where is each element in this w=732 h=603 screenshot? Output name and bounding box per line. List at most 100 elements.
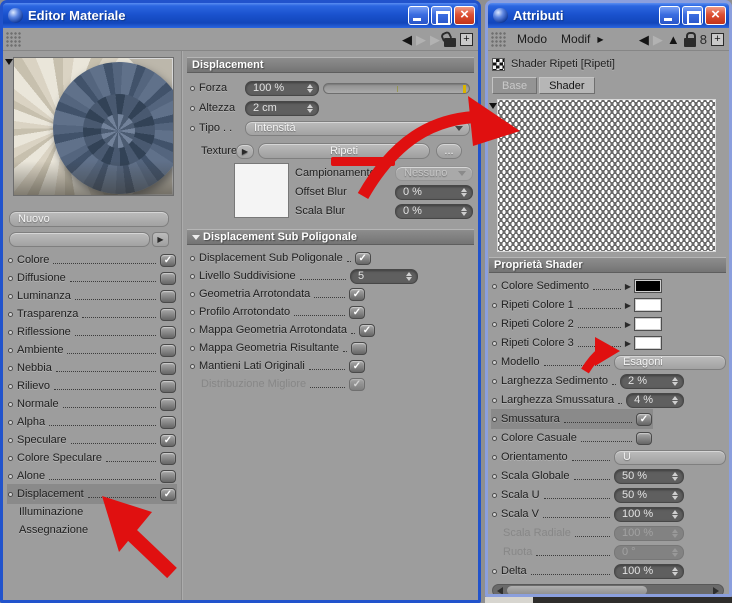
color-swatch-white[interactable] [634, 298, 662, 312]
larghezza-sedimento-stepper[interactable]: 2 % [620, 373, 684, 389]
forza-slider[interactable] [323, 82, 470, 94]
anim-dot-icon[interactable] [492, 321, 497, 327]
material-layer-expand-icon[interactable]: ▶ [152, 232, 169, 247]
anim-dot-icon[interactable] [492, 302, 497, 308]
subpoly-row-enable[interactable]: Displacement Sub Poligonale [190, 249, 371, 267]
channel-checkbox[interactable] [160, 415, 176, 429]
channel-checkbox[interactable] [160, 469, 176, 483]
altezza-stepper[interactable]: 2 cm [245, 100, 319, 116]
channel-row-displacement[interactable]: Displacement [8, 485, 176, 503]
channel-row-speculare[interactable]: Speculare [8, 431, 176, 449]
channel-row-alpha[interactable]: Alpha [8, 413, 176, 431]
spin-arrows-icon[interactable] [669, 567, 680, 576]
tipo-dropdown[interactable]: Intensità [245, 120, 470, 136]
material-layer-combo[interactable]: ▶ [9, 232, 169, 247]
scrollbar-thumb[interactable] [507, 586, 647, 594]
anim-dot-icon[interactable] [492, 454, 497, 460]
menu-overflow-icon[interactable]: ▶ [597, 35, 603, 44]
subpoly-checkbox[interactable] [351, 341, 368, 355]
channel-checkbox[interactable] [160, 361, 176, 375]
subpoly-checkbox[interactable] [349, 287, 365, 301]
anim-dot-icon[interactable] [190, 85, 195, 91]
anim-dot-icon[interactable] [492, 378, 497, 384]
scala-blur-stepper[interactable]: 0 % [395, 203, 473, 219]
channel-checkbox[interactable] [160, 451, 176, 465]
prop-checkbox[interactable] [636, 431, 652, 445]
tab-shader[interactable]: Shader [539, 77, 595, 94]
anim-dot-icon[interactable] [8, 491, 13, 497]
anim-dot-icon[interactable] [492, 340, 497, 346]
channel-checkbox[interactable] [160, 325, 176, 339]
spin-arrows-icon[interactable] [458, 188, 469, 197]
channel-checkbox[interactable] [160, 253, 176, 267]
channel-checkbox[interactable] [160, 307, 176, 321]
anim-dot-icon[interactable] [8, 311, 13, 317]
material-preview[interactable] [13, 57, 174, 196]
anim-dot-icon[interactable] [190, 363, 195, 369]
channel-checkbox[interactable] [160, 487, 176, 501]
channel-row-trasparenza[interactable]: Trasparenza [8, 305, 176, 323]
orientamento-dropdown[interactable]: U [614, 449, 726, 465]
anim-dot-icon[interactable] [190, 309, 195, 315]
channel-row-riflessione[interactable]: Riflessione [8, 323, 176, 341]
new-panel-icon[interactable]: + [711, 32, 724, 46]
color-swatch-white[interactable] [634, 317, 662, 331]
anim-dot-icon[interactable] [8, 365, 13, 371]
new-panel-icon[interactable]: + [460, 32, 473, 46]
link-icon[interactable]: 8 [700, 33, 707, 46]
history-back-icon[interactable]: ◀ [639, 33, 649, 46]
scala-v-stepper[interactable]: 100 % [614, 506, 684, 522]
anim-dot-icon[interactable] [8, 383, 13, 389]
anim-dot-icon[interactable] [190, 273, 195, 279]
anim-dot-icon[interactable] [8, 257, 13, 263]
livello-stepper[interactable]: 5 [350, 268, 418, 284]
subpoly-row-mappa-arrotondata[interactable]: Mappa Geometria Arrotondata [190, 321, 375, 339]
maximize-button[interactable] [431, 6, 452, 25]
channel-row-alone[interactable]: Alone [8, 467, 176, 485]
horizontal-scrollbar[interactable] [492, 584, 724, 594]
anim-dot-icon[interactable] [492, 283, 497, 289]
subpoly-row-profilo[interactable]: Profilo Arrotondato [190, 303, 365, 321]
close-button[interactable] [454, 6, 475, 25]
menu-modif[interactable]: Modif [561, 32, 590, 46]
subpoly-checkbox[interactable] [358, 323, 375, 337]
channel-checkbox[interactable] [160, 343, 176, 357]
anim-dot-icon[interactable] [492, 435, 497, 441]
anim-dot-icon[interactable] [190, 345, 195, 351]
anim-dot-icon[interactable] [8, 419, 13, 425]
scala-u-stepper[interactable]: 50 % [614, 487, 684, 503]
anim-dot-icon[interactable] [8, 347, 13, 353]
channel-checkbox[interactable] [160, 379, 176, 393]
minimize-button[interactable] [659, 6, 680, 25]
maximize-button[interactable] [682, 6, 703, 25]
anim-dot-icon[interactable] [8, 329, 13, 335]
page-row-illuminazione[interactable]: Illuminazione [8, 503, 176, 521]
channel-checkbox[interactable] [160, 433, 176, 447]
spin-arrows-icon[interactable] [403, 272, 414, 281]
anim-dot-icon[interactable] [492, 511, 497, 517]
channel-checkbox[interactable] [160, 271, 176, 285]
channel-row-normale[interactable]: Normale [8, 395, 176, 413]
tab-base[interactable]: Base [492, 77, 538, 94]
subpoly-checkbox[interactable] [349, 305, 365, 319]
scroll-right-icon[interactable] [713, 586, 719, 594]
channel-row-luminanza[interactable]: Luminanza [8, 287, 176, 305]
channel-row-colore-speculare[interactable]: Colore Speculare [8, 449, 176, 467]
expand-play-icon[interactable]: ▶ [625, 339, 631, 348]
subpoly-row-mantieni-lati[interactable]: Mantieni Lati Originali [190, 357, 365, 375]
drag-grip-icon[interactable] [6, 31, 21, 47]
shader-item-row[interactable]: Shader Ripeti [Ripeti] [492, 55, 722, 73]
prop-row-smussatura[interactable]: Smussatura [492, 410, 652, 428]
spin-arrows-icon[interactable] [304, 84, 315, 93]
expand-play-icon[interactable]: ▶ [625, 301, 631, 310]
minimize-button[interactable] [408, 6, 429, 25]
scala-globale-stepper[interactable]: 50 % [614, 468, 684, 484]
texture-shader-button[interactable]: Ripeti [258, 143, 430, 159]
collapse-triangle-icon[interactable] [192, 235, 200, 240]
editor-titlebar[interactable]: Editor Materiale [3, 3, 478, 28]
preview-collapse-icon[interactable] [5, 59, 13, 65]
anim-dot-icon[interactable] [190, 105, 195, 111]
history-back-icon[interactable]: ◀ [402, 33, 412, 46]
menu-modo[interactable]: Modo [517, 32, 547, 46]
prop-row-colore-casuale[interactable]: Colore Casuale [492, 429, 652, 447]
